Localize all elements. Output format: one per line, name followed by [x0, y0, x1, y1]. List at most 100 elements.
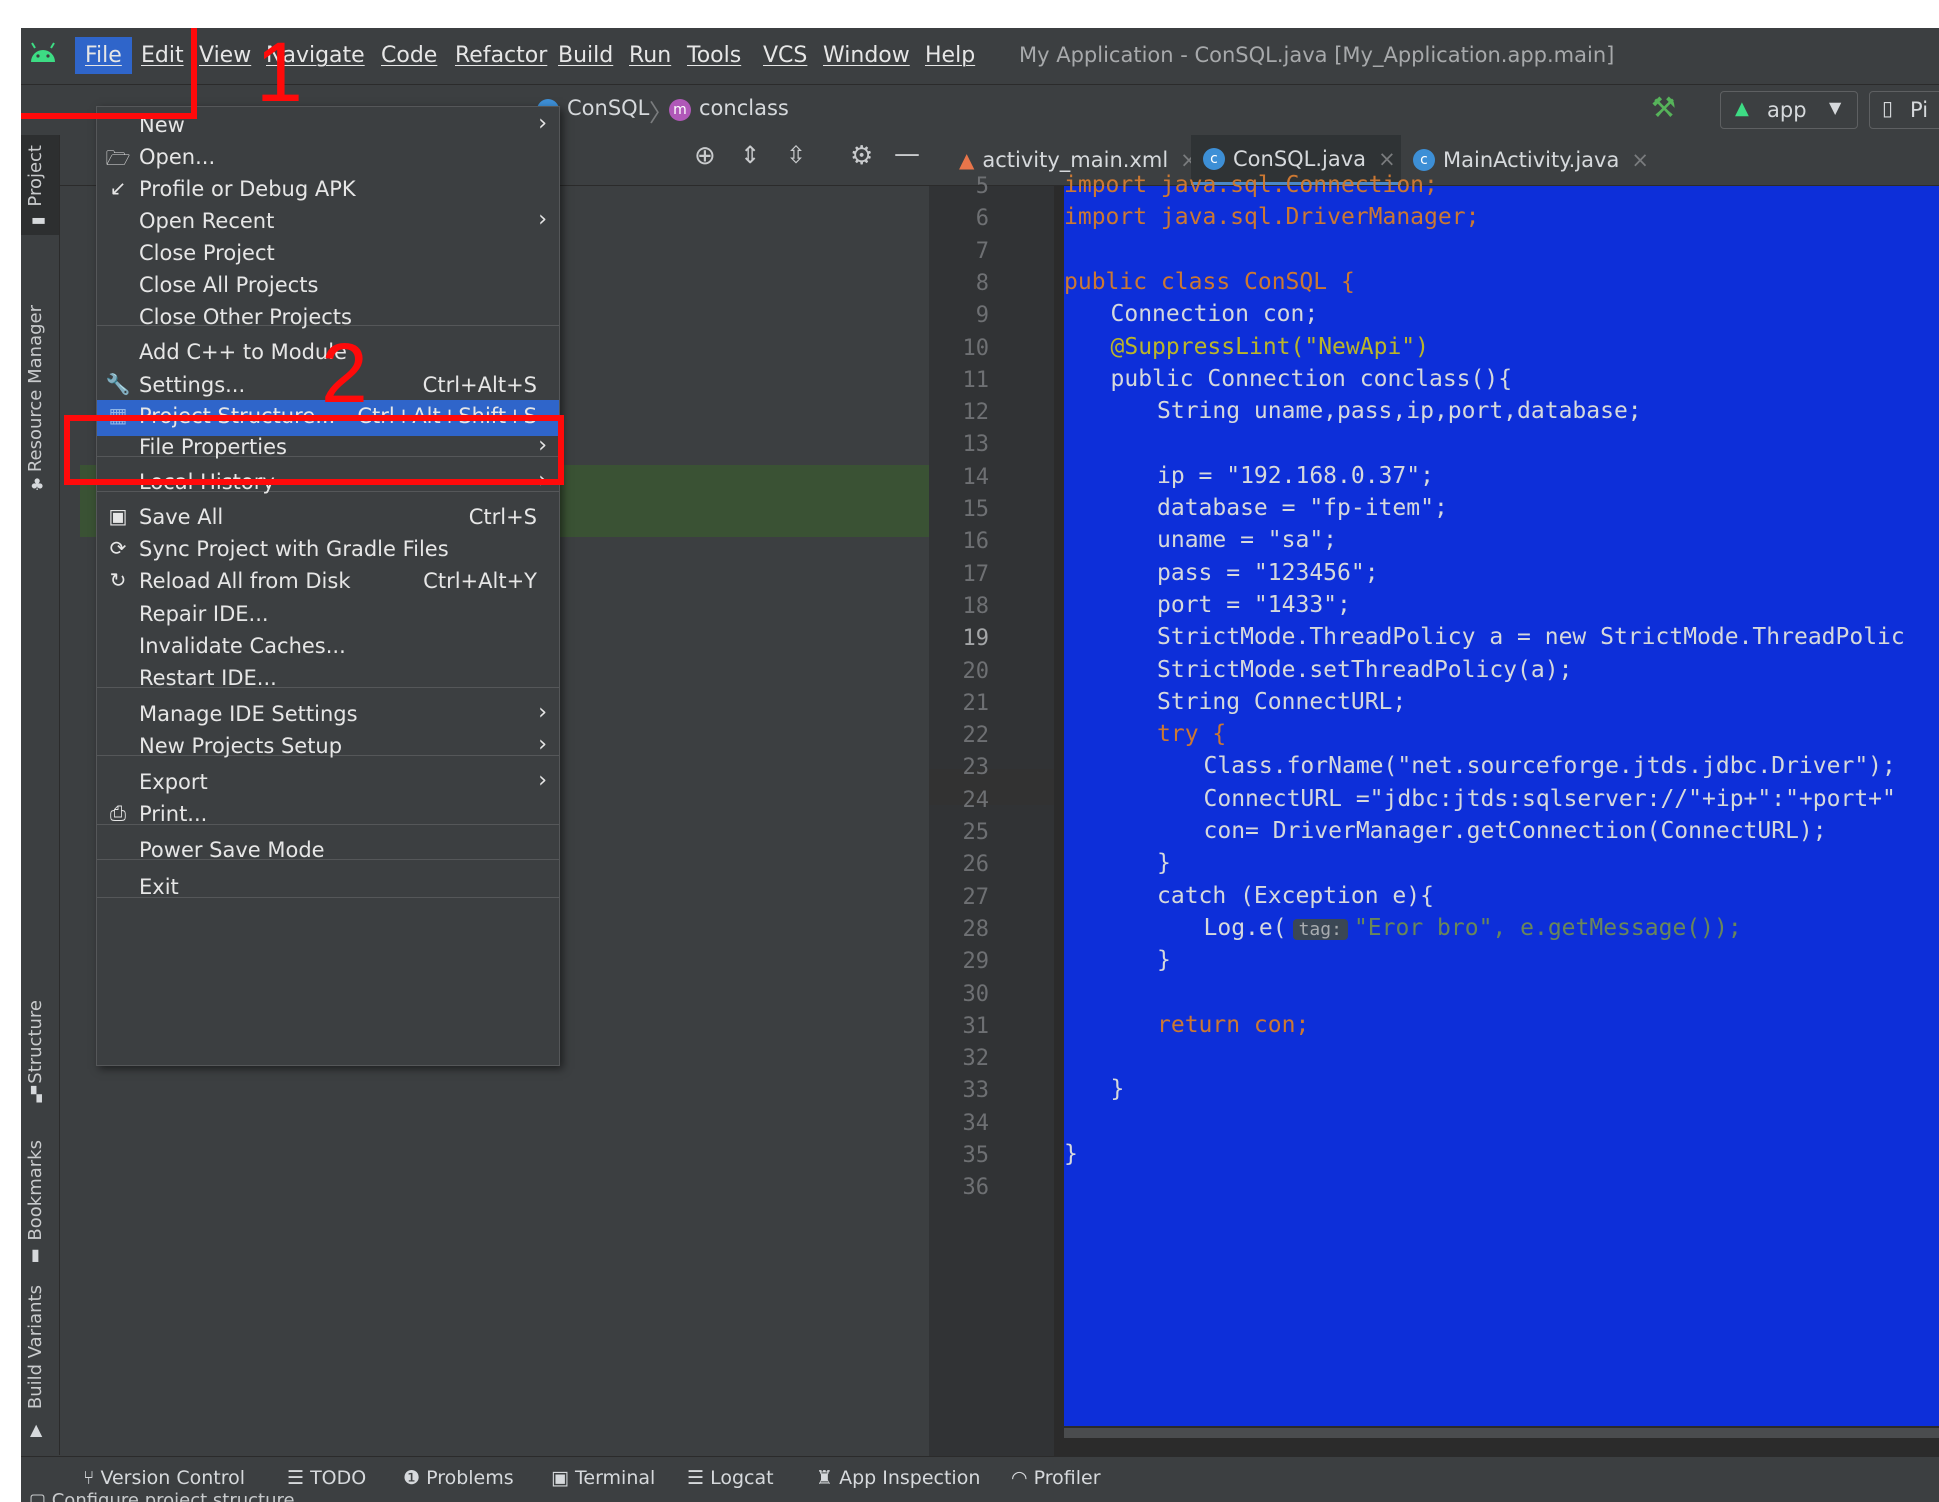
hammer-build-icon[interactable]: ⚒	[1651, 91, 1676, 124]
tool-logcat[interactable]: ☰ Logcat	[687, 1467, 774, 1489]
menu-item-label: Repair IDE...	[139, 602, 269, 626]
annotation-box-file-menu	[21, 28, 197, 119]
line-number: 27	[962, 884, 990, 910]
line-number: 8	[975, 270, 989, 296]
code-line: @SuppressLint("NewApi")	[1110, 333, 1430, 360]
file-menu-item-manage-ide-settings[interactable]: Manage IDE Settings ›	[97, 698, 559, 734]
menu-item-label: Export	[139, 770, 208, 794]
save-icon: ▣	[108, 504, 128, 528]
tool-version-control[interactable]: ⑂ Version Control	[83, 1467, 245, 1489]
breadcrumb-method[interactable]: conclass	[699, 96, 789, 120]
line-number: 21	[962, 690, 990, 716]
file-menu-item-print[interactable]: ⎙ Print...	[97, 798, 559, 834]
file-menu-item-repair-ide[interactable]: Repair IDE...	[97, 598, 559, 634]
menu-item-label: Settings...	[139, 373, 246, 397]
file-menu-dropdown: New › 🗁 Open... ↙ Profile or Debug APK Open Re…	[96, 106, 560, 1066]
line-number: 25	[962, 820, 990, 845]
menu-window[interactable]: Window	[823, 43, 910, 68]
folder-icon: ▬	[31, 210, 47, 229]
file-menu-item-close-project[interactable]: Close Project	[97, 237, 559, 273]
file-menu-item-open[interactable]: 🗁 Open...	[97, 141, 559, 177]
tool-tab-build-variants[interactable]: Build Variants	[25, 1285, 55, 1409]
file-menu-item-open-recent[interactable]: Open Recent ›	[97, 205, 559, 241]
tool-tab-bookmarks[interactable]: Bookmarks	[25, 1140, 55, 1241]
code-line: StrictMode.ThreadPolicy a = new StrictMo…	[1157, 624, 1905, 651]
close-icon[interactable]: ×	[1631, 148, 1649, 172]
tab-mainactivity-java[interactable]: c MainActivity.java ×	[1413, 135, 1649, 185]
branch-icon: ⑂	[83, 1467, 101, 1489]
gear-icon[interactable]: ⚙	[850, 141, 873, 171]
collapse-all-icon[interactable]: ⇳	[786, 141, 806, 169]
line-number: 31	[962, 1013, 990, 1039]
expand-all-icon[interactable]: ⇕	[740, 141, 760, 169]
menu-build[interactable]: Build	[558, 43, 613, 68]
list-icon: ☰	[287, 1467, 311, 1489]
file-menu-item-exit[interactable]: Exit	[97, 871, 559, 907]
file-menu-item-save-all[interactable]: ▣ Save All Ctrl+S	[97, 501, 559, 537]
line-number: 19	[962, 626, 990, 652]
tool-profiler[interactable]: ◠ Profiler	[1011, 1467, 1101, 1489]
menu-item-label: Save All	[139, 505, 224, 529]
menu-item-label: Invalidate Caches...	[139, 634, 346, 658]
file-menu-item-power-save-mode[interactable]: Power Save Mode	[97, 834, 559, 870]
device-icon: ▯	[1882, 96, 1894, 120]
menu-item-label: Reload All from Disk	[139, 569, 351, 593]
tool-tab-structure[interactable]: Structure	[25, 1000, 55, 1084]
code-line: }	[1110, 1076, 1125, 1103]
menu-view[interactable]: View	[199, 43, 251, 68]
menu-code[interactable]: Code	[381, 43, 437, 68]
bookmark-icon: ▮	[31, 1245, 40, 1264]
status-bar: ▢ Configure project structure	[29, 1490, 295, 1502]
file-menu-item-close-all-projects[interactable]: Close All Projects	[97, 269, 559, 305]
menu-vcs[interactable]: VCS	[763, 43, 807, 68]
file-menu-item-new-projects-setup[interactable]: New Projects Setup ›	[97, 730, 559, 766]
folder-icon: 🗁	[105, 146, 131, 170]
resource-manager-icon: ♣	[30, 475, 45, 494]
locate-icon[interactable]: ⊕	[694, 141, 716, 171]
line-number: 15	[962, 497, 990, 522]
device-dropdown[interactable]: ▯ Pi	[1869, 91, 1939, 129]
chevron-right-icon: ›	[538, 768, 547, 793]
line-number: 13	[962, 432, 990, 458]
tool-app-inspection[interactable]: ♜ App Inspection	[816, 1467, 980, 1489]
chevron-right-icon: ›	[538, 732, 547, 757]
menu-item-label: Open Recent	[139, 209, 275, 233]
menu-tools[interactable]: Tools	[687, 43, 741, 68]
tool-tab-resource-manager[interactable]: Resource Manager	[25, 305, 55, 472]
tab-label: MainActivity.java	[1443, 148, 1620, 172]
file-menu-item-reload-all-from-disk[interactable]: ↻ Reload All from Disk Ctrl+Alt+Y	[97, 565, 559, 601]
wrench-icon: 🔧	[105, 372, 131, 396]
class-icon: c	[1203, 147, 1225, 170]
tool-label: App Inspection	[839, 1467, 981, 1489]
structure-icon: ▚	[31, 1087, 42, 1103]
horizontal-scrollbar[interactable]	[1064, 1428, 1939, 1438]
menu-refactor[interactable]: Refactor	[455, 43, 547, 68]
tool-problems[interactable]: ❶ Problems	[403, 1467, 514, 1489]
code-line: Connection con;	[1110, 301, 1319, 328]
menu-run[interactable]: Run	[629, 43, 671, 68]
line-number: 28	[962, 916, 990, 942]
code-fragment: Log.e(	[1203, 914, 1287, 941]
menu-help[interactable]: Help	[925, 43, 975, 68]
run-config-dropdown[interactable]: ▲ app ▼	[1720, 91, 1858, 129]
tool-tab-project[interactable]: Project	[25, 145, 55, 207]
menu-item-label: New Projects Setup	[139, 734, 343, 758]
tab-label: activity_main.xml	[982, 148, 1169, 172]
file-menu-item-invalidate-caches[interactable]: Invalidate Caches...	[97, 630, 559, 666]
parameter-hint: tag:	[1292, 918, 1348, 940]
logcat-icon: ☰	[687, 1467, 711, 1489]
build-variants-icon: ▲	[30, 1420, 43, 1439]
menu-item-label: Sync Project with Gradle Files	[139, 537, 449, 561]
editor-gutter: 5 6 7 8 9 10 11 12 13 14 15 16 17 18 19 20 21 22 23 24 25 26 2…	[929, 174, 1054, 1456]
file-menu-item-export[interactable]: Export ›	[97, 766, 559, 802]
tool-todo[interactable]: ☰ TODO	[287, 1467, 366, 1489]
close-icon[interactable]: ×	[1378, 147, 1396, 171]
tool-terminal[interactable]: ▣ Terminal	[551, 1467, 655, 1489]
file-menu-item-restart-ide[interactable]: Restart IDE...	[97, 662, 559, 698]
menu-item-label: Profile or Debug APK	[139, 177, 356, 201]
line-number: 29	[962, 949, 990, 975]
minimize-icon[interactable]: —	[894, 139, 920, 169]
file-menu-item-sync-project-with-gradle-files[interactable]: ⟳ Sync Project with Gradle Files	[97, 533, 559, 569]
file-menu-item-profile-or-debug-apk[interactable]: ↙ Profile or Debug APK	[97, 173, 559, 209]
breadcrumb-class[interactable]: ConSQL	[567, 96, 649, 120]
